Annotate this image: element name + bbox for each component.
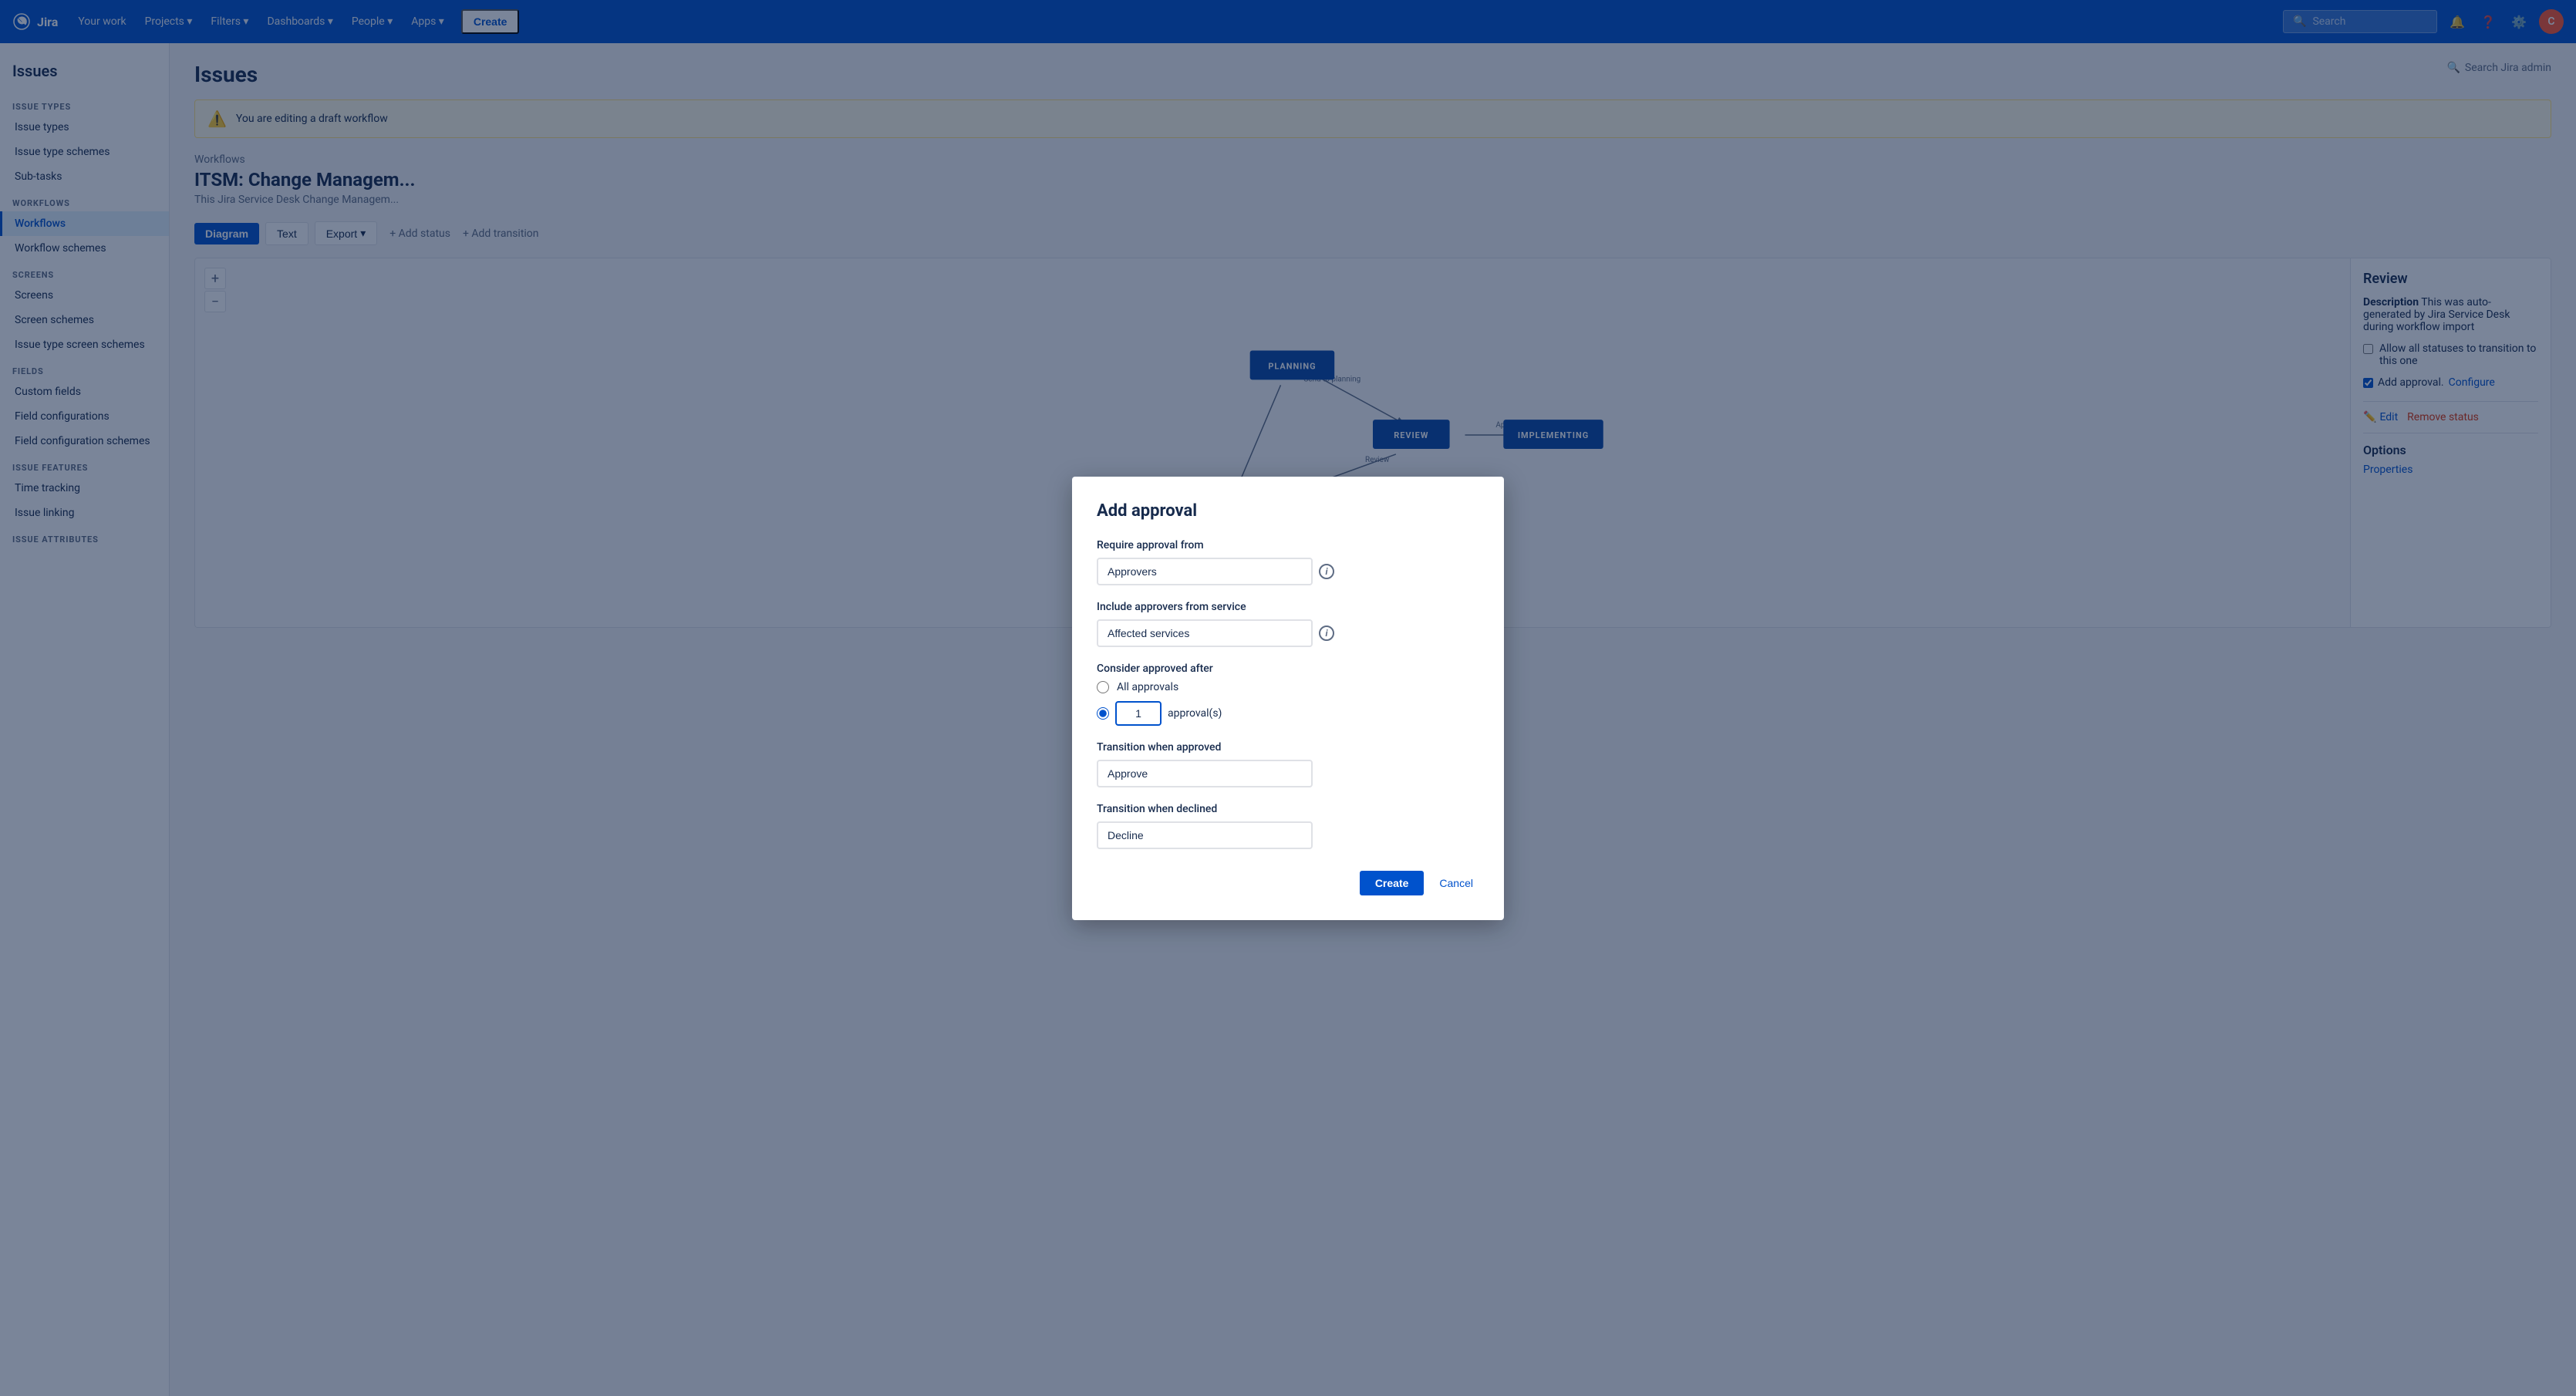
include-approvers-info-icon[interactable]: i: [1319, 626, 1334, 641]
transition-declined-field: Transition when declined Decline Other: [1097, 803, 1479, 849]
transition-approved-select[interactable]: Approve Other: [1097, 760, 1313, 787]
n-approvals-label: approval(s): [1168, 707, 1222, 720]
all-approvals-option[interactable]: All approvals: [1097, 681, 1479, 693]
require-approval-label: Require approval from: [1097, 539, 1479, 551]
transition-approved-wrapper: Approve Other: [1097, 760, 1479, 787]
n-approvals-input[interactable]: [1115, 701, 1162, 726]
all-approvals-label: All approvals: [1117, 681, 1178, 693]
all-approvals-radio[interactable]: [1097, 681, 1109, 693]
modal-title: Add approval: [1097, 501, 1479, 521]
transition-declined-select[interactable]: Decline Other: [1097, 821, 1313, 849]
require-approval-field: Require approval from Approvers Other i: [1097, 539, 1479, 585]
n-approvals-option[interactable]: approval(s): [1097, 701, 1479, 726]
include-approvers-label: Include approvers from service: [1097, 601, 1479, 613]
consider-approved-field: Consider approved after All approvals ap…: [1097, 663, 1479, 726]
add-approval-modal: Add approval Require approval from Appro…: [1072, 477, 1504, 920]
consider-approved-radio-group: All approvals approval(s): [1097, 681, 1479, 726]
include-approvers-select[interactable]: Affected services None: [1097, 619, 1313, 647]
include-approvers-wrapper: Affected services None i: [1097, 619, 1479, 647]
require-approval-select[interactable]: Approvers Other: [1097, 558, 1313, 585]
transition-declined-label: Transition when declined: [1097, 803, 1479, 815]
require-approval-wrapper: Approvers Other i: [1097, 558, 1479, 585]
transition-approved-label: Transition when approved: [1097, 741, 1479, 754]
create-button[interactable]: Create: [1360, 871, 1425, 895]
require-approval-info-icon[interactable]: i: [1319, 564, 1334, 579]
transition-approved-field: Transition when approved Approve Other: [1097, 741, 1479, 787]
consider-approved-label: Consider approved after: [1097, 663, 1479, 675]
n-approvals-radio[interactable]: [1097, 707, 1109, 720]
cancel-button[interactable]: Cancel: [1433, 871, 1479, 895]
modal-buttons: Create Cancel: [1097, 871, 1479, 895]
include-approvers-field: Include approvers from service Affected …: [1097, 601, 1479, 647]
modal-overlay: Add approval Require approval from Appro…: [0, 0, 2576, 1396]
transition-declined-wrapper: Decline Other: [1097, 821, 1479, 849]
